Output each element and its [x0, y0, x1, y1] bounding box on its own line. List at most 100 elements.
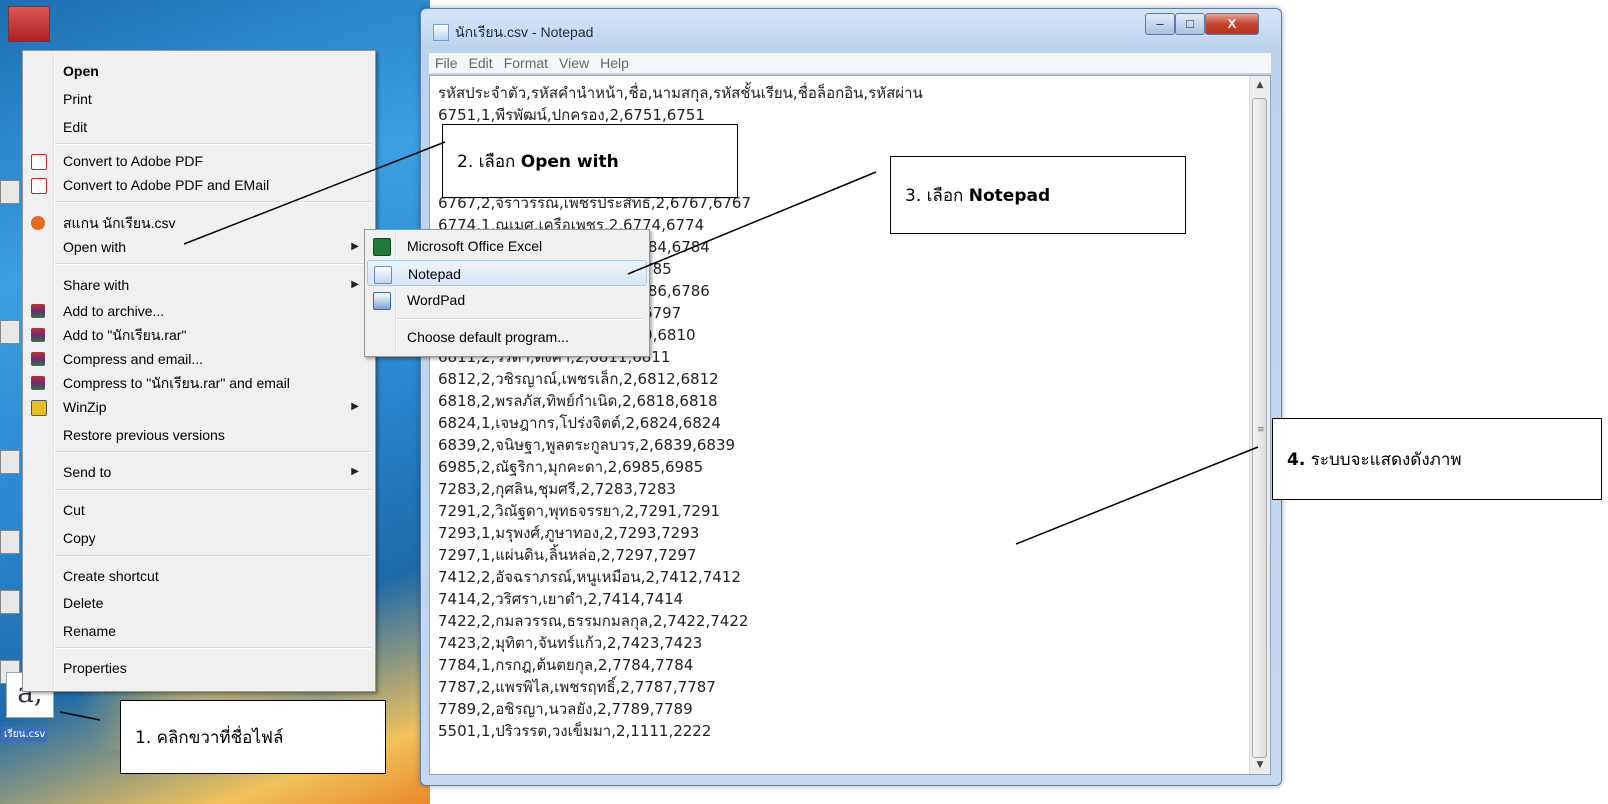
menu-item-label: Open with: [63, 239, 127, 255]
winrar-icon: [31, 376, 45, 390]
menu-file[interactable]: File: [429, 53, 463, 71]
menu-view[interactable]: View: [553, 53, 594, 71]
menu-item-compress-email[interactable]: Compress and email...: [25, 347, 373, 371]
scroll-down-arrow-icon[interactable]: ▼: [1250, 756, 1270, 774]
close-button[interactable]: X: [1205, 13, 1259, 35]
menu-item-send-to[interactable]: Send to ▶: [25, 460, 373, 484]
submenu-arrow-icon: ▶: [351, 401, 359, 412]
menu-item-print[interactable]: Print: [25, 87, 373, 111]
menu-item-copy[interactable]: Copy: [25, 526, 373, 550]
text-line: 7297,1,แผ่นดิน,ลิ้นหล่อ,2,7297,7297: [438, 546, 697, 564]
submenu-arrow-icon: ▶: [351, 466, 359, 477]
menu-separator: [397, 318, 645, 320]
submenu-item-excel[interactable]: Microsoft Office Excel: [367, 233, 647, 259]
menu-item-label: Send to: [63, 464, 112, 480]
winrar-icon: [31, 352, 45, 366]
menu-item-label: Compress and email...: [63, 351, 204, 367]
menu-item-label: Cut: [63, 502, 85, 518]
menu-item-share-with[interactable]: Share with ▶: [25, 273, 373, 297]
grip-icon: ≡: [1257, 425, 1265, 435]
menu-help[interactable]: Help: [594, 53, 634, 71]
menu-item-open-with[interactable]: Open with ▶: [25, 235, 373, 259]
menu-item-edit[interactable]: Edit: [25, 115, 373, 139]
submenu-item-label: WordPad: [407, 292, 466, 308]
menu-item-rename[interactable]: Rename: [25, 619, 373, 643]
winzip-icon: [31, 400, 47, 416]
menu-item-scan[interactable]: สแกน นักเรียน.csv: [25, 211, 373, 235]
pdf-icon: [31, 154, 47, 170]
text-line: 6812,2,วชิรญาณ์,เพชรเล็ก,2,6812,6812: [438, 370, 719, 388]
text-line: 7784,1,กรกฎ,ต้นตยกุล,2,7784,7784: [438, 656, 694, 674]
pdf-email-icon: [31, 178, 47, 194]
text-line: 7787,2,แพรพิไล,เพชรฤทธิ์,2,7787,7787: [438, 678, 716, 696]
menu-item-label: Print: [63, 91, 92, 107]
desktop-app-icon[interactable]: [8, 6, 50, 42]
menu-item-open[interactable]: Open: [25, 59, 373, 83]
menu-item-label: Create shortcut: [63, 568, 159, 584]
scroll-up-arrow-icon[interactable]: ▲: [1250, 76, 1270, 94]
winrar-icon: [31, 304, 45, 318]
maximize-button[interactable]: □: [1175, 13, 1205, 35]
menu-item-label: สแกน นักเรียน.csv: [63, 215, 176, 231]
menu-item-label: WinZip: [63, 399, 107, 415]
menu-item-create-shortcut[interactable]: Create shortcut: [25, 564, 373, 588]
menu-item-winzip[interactable]: WinZip ▶: [25, 395, 373, 419]
submenu-item-choose-default[interactable]: Choose default program...: [367, 324, 647, 350]
desktop-icon[interactable]: [0, 180, 20, 204]
callout-bold-text: 4.: [1287, 450, 1306, 470]
desktop-icon[interactable]: [0, 320, 20, 344]
menu-item-label: Rename: [63, 623, 116, 639]
submenu-item-wordpad[interactable]: WordPad: [367, 287, 647, 313]
menu-separator: [55, 201, 371, 203]
menu-separator: [55, 143, 371, 145]
scroll-thumb[interactable]: ≡: [1252, 98, 1267, 758]
menu-item-delete[interactable]: Delete: [25, 591, 373, 615]
menu-item-label: Convert to Adobe PDF: [63, 153, 204, 169]
text-line: 7293,1,มรุพงศ์,ภูษาทอง,2,7293,7293: [438, 524, 700, 542]
text-line: 5501,1,ปริวรรต,วงเข็มมา,2,1111,2222: [438, 722, 712, 740]
callout-step-2: 2. เลือก Open with: [442, 124, 738, 198]
submenu-item-notepad[interactable]: Notepad: [367, 260, 647, 286]
menu-item-restore[interactable]: Restore previous versions: [25, 423, 373, 447]
menu-item-properties[interactable]: Properties: [25, 656, 373, 680]
text-line: 6824,1,เจษฎากร,โปร่งจิตต์,2,6824,6824: [438, 414, 721, 432]
minimize-button[interactable]: –: [1145, 13, 1175, 35]
submenu-item-label: Notepad: [408, 266, 461, 282]
submenu-item-label: Choose default program...: [407, 329, 569, 345]
callout-text: 2. เลือก: [457, 152, 521, 172]
vertical-scrollbar[interactable]: ▲ ≡ ▼: [1249, 76, 1270, 774]
excel-icon: [373, 238, 391, 256]
menu-edit[interactable]: Edit: [463, 53, 498, 71]
menu-separator: [55, 555, 371, 557]
notepad-icon: [433, 24, 449, 41]
text-line: รหัสประจำตัว,รหัสคำนำหน้า,ชื่อ,นามสกุล,ร…: [438, 84, 923, 102]
menu-item-compress-rar-email[interactable]: Compress to "นักเรียน.rar" and email: [25, 371, 373, 395]
callout-bold-text: Open with: [520, 152, 619, 172]
menu-item-add-archive[interactable]: Add to archive...: [25, 299, 373, 323]
menu-format[interactable]: Format: [498, 53, 553, 71]
text-line: 6839,2,จนิษฐา,พูลตระกูลบวร,2,6839,6839: [438, 436, 736, 454]
text-line: 7291,2,วิณัฐดา,พุทธจรรยา,2,7291,7291: [438, 502, 721, 520]
scan-icon: [31, 216, 45, 230]
desktop-icon[interactable]: [0, 450, 20, 474]
context-menu: Open Print Edit Convert to Adobe PDF Con…: [22, 50, 376, 692]
menu-separator: [55, 489, 371, 491]
callout-step-1: 1. คลิกขวาที่ชื่อไฟล์: [120, 700, 386, 774]
menu-item-convert-pdf-email[interactable]: Convert to Adobe PDF and EMail: [25, 173, 373, 197]
menu-item-add-rar[interactable]: Add to "นักเรียน.rar": [25, 323, 373, 347]
callout-text: 3. เลือก: [905, 186, 969, 206]
csv-file-label[interactable]: เรียน.csv: [2, 727, 48, 742]
text-line: 7789,2,อชิรญา,นวลยัง,2,7789,7789: [438, 700, 693, 718]
menu-item-label: Compress to "นักเรียน.rar" and email: [63, 375, 290, 391]
desktop-icon[interactable]: [0, 530, 20, 554]
text-line: 7412,2,อัจฉราภรณ์,หนูเหมือน,2,7412,7412: [438, 568, 741, 586]
menu-item-cut[interactable]: Cut: [25, 498, 373, 522]
text-line: 6818,2,พรลภัส,ทิพย์กำเนิด,2,6818,6818: [438, 392, 718, 410]
submenu-item-label: Microsoft Office Excel: [407, 238, 543, 254]
menu-item-label: Copy: [63, 530, 96, 546]
desktop-icon[interactable]: [0, 590, 20, 614]
menu-item-convert-pdf[interactable]: Convert to Adobe PDF: [25, 149, 373, 173]
text-line: 7422,2,กมลวรรณ,ธรรมกมลกุล,2,7422,7422: [438, 612, 749, 630]
text-line: 6985,2,ณัฐริกา,มุกคะดา,2,6985,6985: [438, 458, 704, 476]
menu-item-label: Add to archive...: [63, 303, 165, 319]
